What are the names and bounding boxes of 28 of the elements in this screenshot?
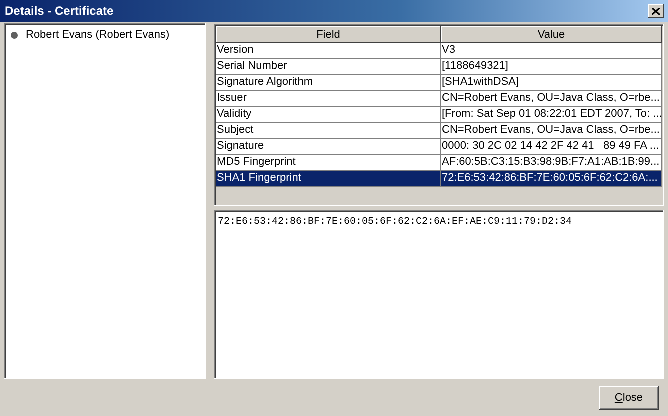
table-cell[interactable]: Subject	[216, 123, 441, 139]
table-cell[interactable]: MD5 Fingerprint	[216, 155, 441, 171]
table-cell[interactable]: Serial Number	[216, 59, 441, 75]
table-cell[interactable]: CN=Robert Evans, OU=Java Class, O=rbe...	[441, 123, 662, 139]
column-header[interactable]: Value	[441, 26, 662, 43]
tree-item-label: Robert Evans (Robert Evans)	[26, 29, 170, 41]
table-cell[interactable]: AF:60:5B:C3:15:B3:98:9B:F7:A1:AB:1B:99...	[441, 155, 662, 171]
table-cell[interactable]: [1188649321]	[441, 59, 662, 75]
table-cell[interactable]: SHA1 Fingerprint	[216, 171, 441, 187]
tree-item[interactable]: Robert Evans (Robert Evans)	[7, 27, 203, 43]
table-cell[interactable]: 0000: 30 2C 02 14 42 2F 42 41 89 49 FA ...	[441, 139, 662, 155]
table-cell[interactable]: Validity	[216, 107, 441, 123]
leaf-icon	[11, 32, 18, 38]
close-dialog-button[interactable]: Close	[599, 386, 659, 410]
table-cell[interactable]: CN=Robert Evans, OU=Java Class, O=rbe...	[441, 91, 662, 107]
table-cell[interactable]: Signature Algorithm	[216, 75, 441, 91]
table-cell[interactable]: [From: Sat Sep 01 08:22:01 EDT 2007, To: ...	[441, 107, 662, 123]
column-header[interactable]: Field	[216, 26, 441, 43]
close-button[interactable]	[648, 4, 664, 18]
window-title: Details - Certificate	[5, 4, 114, 18]
detail-text-area[interactable]: 72:E6:53:42:86:BF:7E:60:05:6F:62:C2:6A:EF:AE:C9:11:79:D2:34	[214, 210, 664, 379]
table-cell[interactable]: Signature	[216, 139, 441, 155]
table-cell[interactable]: V3	[441, 43, 662, 59]
table-cell[interactable]: 72:E6:53:42:86:BF:7E:60:05:6F:62:C2:6A:...	[441, 171, 662, 187]
close-icon	[652, 8, 660, 14]
table-cell[interactable]: Version	[216, 43, 441, 59]
table-cell[interactable]: Issuer	[216, 91, 441, 107]
table-cell[interactable]: [SHA1withDSA]	[441, 75, 662, 91]
